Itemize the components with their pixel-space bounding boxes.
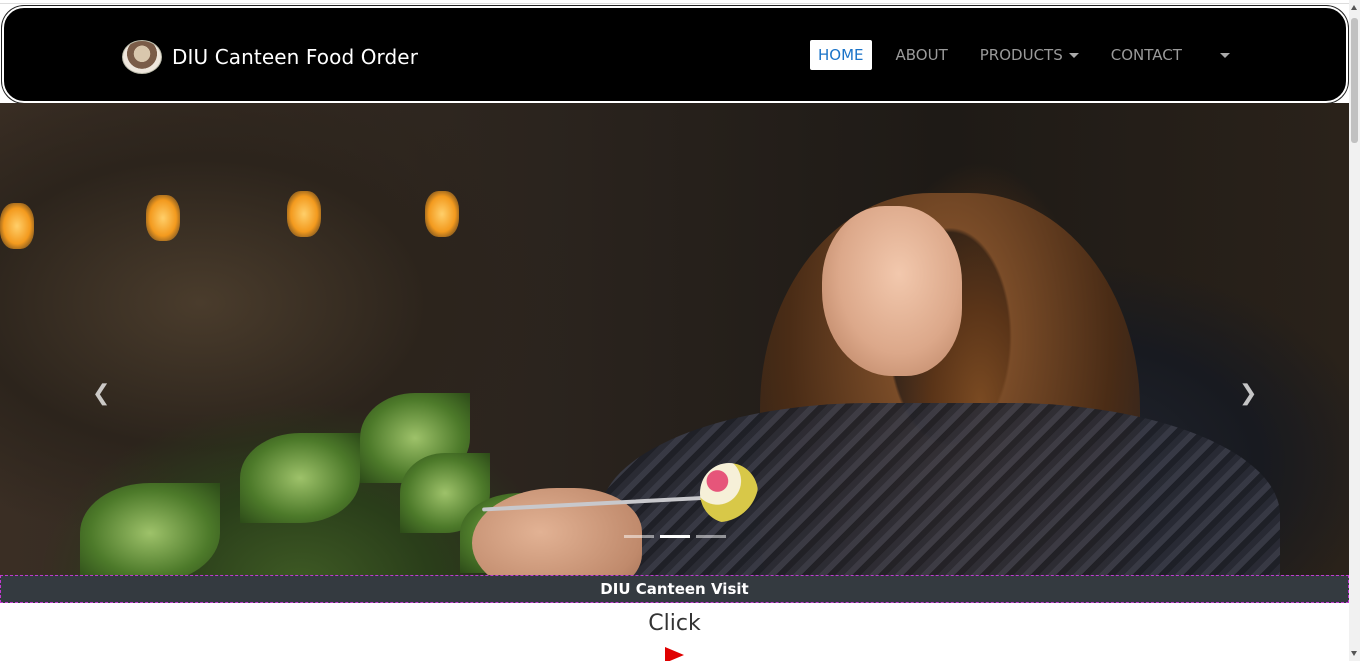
lamp-light bbox=[425, 191, 459, 237]
caption-bar: DIU Canteen Visit bbox=[0, 575, 1349, 603]
chevron-right-icon[interactable]: ❯ bbox=[1239, 381, 1257, 406]
top-border bbox=[0, 0, 1349, 4]
canteen-logo-icon bbox=[122, 40, 162, 74]
nav-menu: HOME ABOUT PRODUCTS CONTACT bbox=[810, 40, 1252, 70]
plant-leaf bbox=[240, 433, 360, 523]
page: DIU Canteen Food Order HOME ABOUT PRODUC… bbox=[0, 0, 1349, 661]
carousel-indicator-2[interactable] bbox=[660, 535, 690, 538]
nav-item-label: PRODUCTS bbox=[979, 46, 1063, 64]
lamp-light bbox=[0, 203, 34, 249]
carousel-indicator-1[interactable] bbox=[624, 535, 654, 538]
nav-extra-dropdown[interactable] bbox=[1212, 47, 1236, 64]
carousel-indicators bbox=[624, 535, 726, 538]
lamp-light bbox=[146, 195, 180, 241]
nav-item-contact[interactable]: CONTACT bbox=[1103, 40, 1190, 70]
scroll-up-icon[interactable] bbox=[1351, 5, 1357, 10]
nav-item-label: ABOUT bbox=[895, 46, 948, 64]
scroll-thumb[interactable] bbox=[1351, 18, 1358, 143]
nav-item-home[interactable]: HOME bbox=[810, 40, 872, 70]
lamp-light bbox=[287, 191, 321, 237]
navbar: DIU Canteen Food Order HOME ABOUT PRODUC… bbox=[2, 6, 1348, 103]
brand-name: DIU Canteen Food Order bbox=[172, 45, 419, 69]
nav-item-about[interactable]: ABOUT bbox=[888, 40, 956, 70]
click-label[interactable]: Click bbox=[0, 611, 1349, 636]
nav-item-products[interactable]: PRODUCTS bbox=[972, 40, 1087, 70]
hero-person-face bbox=[822, 206, 962, 376]
scrollbar[interactable] bbox=[1349, 0, 1360, 661]
chevron-left-icon[interactable]: ❮ bbox=[92, 381, 110, 406]
caret-down-icon bbox=[1068, 52, 1079, 58]
caption-text: DIU Canteen Visit bbox=[600, 580, 749, 598]
caret-down-icon bbox=[1219, 52, 1230, 58]
brand[interactable]: DIU Canteen Food Order bbox=[122, 40, 418, 74]
carousel-indicator-3[interactable] bbox=[696, 535, 726, 538]
scroll-down-icon[interactable] bbox=[1351, 651, 1357, 656]
hero-carousel: ❮ ❯ bbox=[0, 103, 1349, 575]
plant-leaf bbox=[80, 483, 220, 575]
nav-item-label: CONTACT bbox=[1110, 46, 1182, 64]
play-icon[interactable] bbox=[665, 647, 684, 661]
nav-item-label: HOME bbox=[818, 46, 864, 64]
food-bite bbox=[700, 463, 758, 523]
